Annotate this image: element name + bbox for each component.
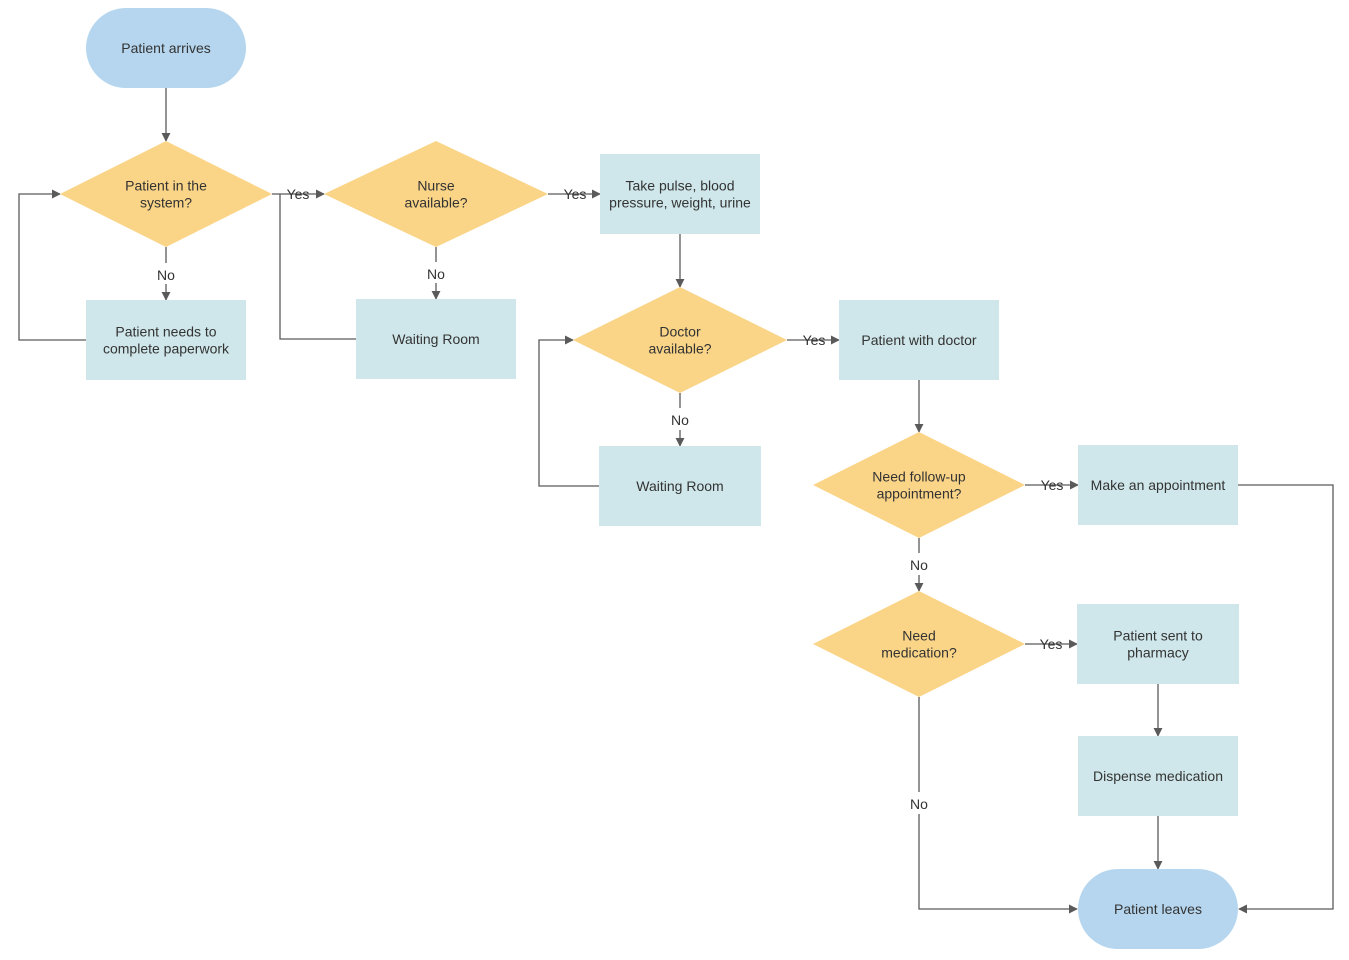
node-label-line: Doctor — [659, 324, 701, 340]
node-label-line: Patient with doctor — [861, 332, 977, 348]
node-paperwork[interactable]: Patient needs tocomplete paperwork — [86, 300, 246, 380]
node-label-line: Waiting Room — [636, 478, 723, 494]
edge-label-no: No — [157, 267, 175, 283]
node-leaves[interactable]: Patient leaves — [1078, 869, 1238, 949]
node-label-line: Patient arrives — [121, 40, 210, 56]
node-label-line: Take pulse, blood — [626, 178, 735, 194]
edge-label-yes: Yes — [287, 186, 310, 202]
node-label-line: complete paperwork — [103, 341, 230, 357]
node-label-line: Dispense medication — [1093, 768, 1223, 784]
node-nurse[interactable]: Nurseavailable? — [324, 141, 548, 247]
node-label-line: Patient in the — [125, 178, 207, 194]
node-label-line: appointment? — [877, 486, 962, 502]
node-followup[interactable]: Need follow-upappointment? — [813, 432, 1025, 538]
node-in-system[interactable]: Patient in thesystem? — [60, 141, 272, 247]
node-label-line: Patient leaves — [1114, 901, 1202, 917]
node-label-line: Nurse — [417, 178, 455, 194]
edge-label-yes: Yes — [564, 186, 587, 202]
node-label-line: Need follow-up — [872, 469, 966, 485]
edge-appointment-to-leaves — [1238, 484, 1334, 914]
edge-label-no: No — [910, 557, 928, 573]
node-label-line: Need — [902, 628, 935, 644]
edge-label-no: No — [910, 796, 928, 812]
node-with-doctor[interactable]: Patient with doctor — [839, 300, 999, 380]
node-pharmacy[interactable]: Patient sent topharmacy — [1077, 604, 1239, 684]
node-label-line: Waiting Room — [392, 331, 479, 347]
edge-label-yes: Yes — [1040, 636, 1063, 652]
node-doctor[interactable]: Doctoravailable? — [573, 287, 787, 393]
node-label-line: pressure, weight, urine — [609, 195, 751, 211]
node-waiting2[interactable]: Waiting Room — [599, 446, 761, 526]
edge-paperwork-to-in-system — [18, 189, 86, 341]
node-vitals[interactable]: Take pulse, bloodpressure, weight, urine — [600, 154, 760, 234]
flowchart-canvas: Patient arrivesPatient in thesystem?Pati… — [18, 8, 1334, 949]
edge-label-yes: Yes — [803, 332, 826, 348]
edge-waiting1-to-nurse — [279, 194, 356, 340]
node-arrives[interactable]: Patient arrives — [86, 8, 246, 88]
node-waiting1[interactable]: Waiting Room — [356, 299, 516, 379]
node-appointment[interactable]: Make an appointment — [1078, 445, 1238, 525]
node-label-line: Patient needs to — [115, 324, 216, 340]
node-label-line: Make an appointment — [1091, 477, 1226, 493]
node-label-line: available? — [648, 341, 711, 357]
node-medication[interactable]: Needmedication? — [813, 591, 1025, 697]
node-dispense[interactable]: Dispense medication — [1078, 736, 1238, 816]
node-label-line: system? — [140, 195, 192, 211]
node-label-line: medication? — [881, 645, 957, 661]
node-label-line: available? — [404, 195, 467, 211]
edge-medication-to-leaves — [918, 697, 1078, 914]
edge-label-no: No — [671, 412, 689, 428]
edge-label-no: No — [427, 266, 445, 282]
node-label-line: pharmacy — [1127, 645, 1188, 661]
edge-label-yes: Yes — [1041, 477, 1064, 493]
edge-waiting2-to-doctor — [538, 335, 599, 487]
node-label-line: Patient sent to — [1113, 628, 1203, 644]
